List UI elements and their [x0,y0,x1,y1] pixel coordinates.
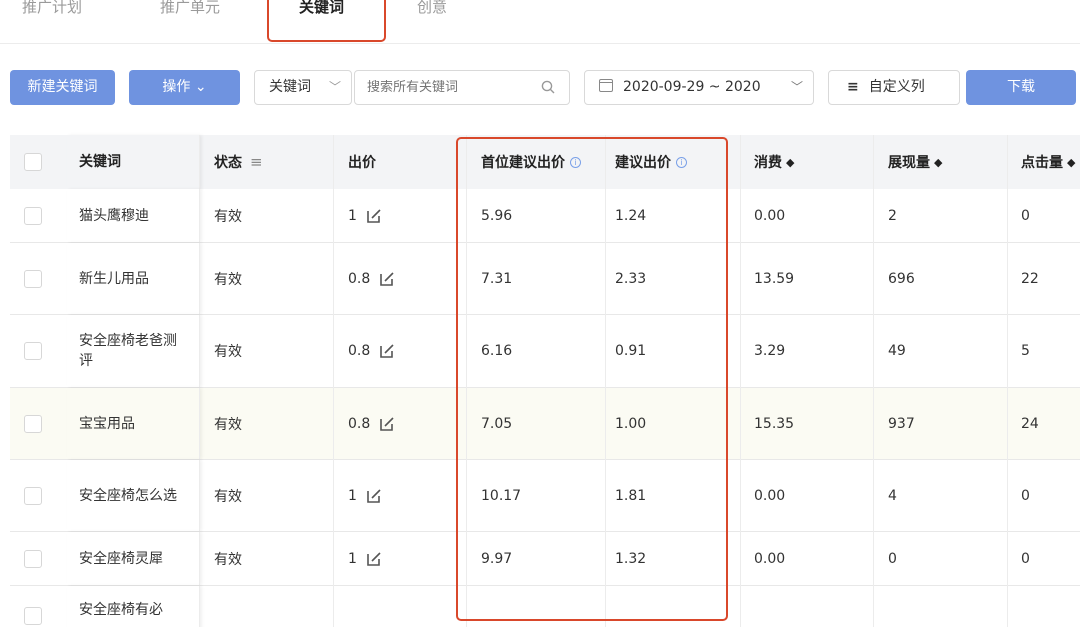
impressions-cell: 0 [888,550,897,567]
status-cell: 有效 [214,551,242,568]
date-range-picker[interactable]: 2020-09-29 ~ 2020 ﹀ [584,70,814,105]
search-box[interactable] [354,70,570,105]
column-divider [1007,135,1008,627]
search-icon[interactable] [541,80,555,94]
column-divider [740,135,741,627]
impressions-cell: 696 [888,270,915,287]
header-impressions-label: 展现量 [888,155,930,171]
bid-value: 0.8 [348,415,371,432]
toolbar: 新建关键词 操作 ⌄ 关键词 ﹀ 2020-09-29 ~ 2020 ﹀ ≡ 自定… [0,69,1080,107]
bid-value: 0.8 [348,343,371,359]
header-keyword: 关键词 [67,135,200,189]
bid-cell: 1 [348,532,382,585]
bid-cell: 0.8 [348,388,395,459]
keyword-type-select[interactable]: 关键词 ﹀ [254,70,352,105]
cost-cell: 15.35 [754,415,795,432]
bid-cell: 0.8 [348,243,395,314]
edit-icon[interactable] [366,551,382,567]
keyword-cell: 新生儿用品 [67,243,200,314]
cost-cell: 0.00 [754,487,786,504]
status-cell: 有效 [214,488,242,505]
header-bid: 出价 [348,155,376,171]
new-keyword-button[interactable]: 新建关键词 [10,70,115,105]
status-cell: 有效 [214,416,242,433]
filter-icon[interactable]: ≡ [250,153,263,171]
row-checkbox[interactable] [24,342,42,360]
row-checkbox[interactable] [24,414,42,433]
status-cell: 有效 [214,208,242,225]
custom-columns-button[interactable]: ≡ 自定义列 [828,70,960,105]
column-divider [333,135,334,627]
sort-icon[interactable]: ◆ [1067,156,1075,169]
header-clicks[interactable]: 点击量 ◆ [1021,135,1075,189]
edit-icon[interactable] [379,416,395,432]
sort-icon[interactable]: ◆ [934,156,942,169]
keyword-cell: 宝宝用品 [67,388,200,459]
chevron-down-icon: ﹀ [784,71,803,104]
row-checkbox[interactable] [24,549,42,568]
active-tab-highlight-box [267,0,386,42]
header-cost-label: 消费 [754,155,782,171]
search-input[interactable] [367,80,527,95]
clicks-cell: 22 [1021,270,1039,287]
date-range-value: 2020-09-29 ~ 2020 [623,79,761,95]
operation-dropdown-button[interactable]: 操作 ⌄ [129,70,240,105]
cost-cell: 13.59 [754,270,795,287]
keyword-cell: 安全座椅老爸测评 [67,315,200,387]
row-checkbox[interactable] [24,206,42,225]
header-impressions[interactable]: 展现量 ◆ [888,135,942,189]
bid-value: 1 [348,550,357,567]
impressions-cell: 49 [888,343,906,359]
row-checkbox[interactable] [24,486,42,505]
bid-value: 1 [348,207,357,224]
edit-icon[interactable] [379,271,395,287]
header-status[interactable]: 状态 ≡ [214,135,263,189]
impressions-cell: 4 [888,487,897,504]
suggested-bid-columns-highlight-box [456,137,728,621]
custom-columns-label: 自定义列 [868,79,925,95]
bid-cell: 0.8 [348,315,395,387]
tab-creative[interactable]: 创意 [417,0,447,18]
tab-bar: 推广计划 推广单元 关键词 创意 [0,0,1080,44]
calendar-icon [599,79,613,92]
download-button[interactable]: 下载 [966,70,1076,105]
status-cell: 有效 [214,271,242,288]
edit-icon[interactable] [379,343,395,359]
cost-cell: 0.00 [754,207,786,224]
clicks-cell: 5 [1021,343,1030,359]
cost-cell: 3.29 [754,343,786,359]
edit-icon[interactable] [366,208,382,224]
bid-cell: 1 [348,189,382,242]
header-clicks-label: 点击量 [1021,155,1063,171]
impressions-cell: 2 [888,207,897,224]
sort-icon[interactable]: ◆ [786,156,794,169]
clicks-cell: 0 [1021,487,1030,504]
clicks-cell: 24 [1021,415,1039,432]
bid-value: 1 [348,487,357,504]
bid-cell: 1 [348,460,382,531]
tab-campaign-unit[interactable]: 推广单元 [160,0,220,18]
keyword-cell: 猫头鹰穆迪 [67,189,200,242]
row-checkbox[interactable] [24,607,42,625]
edit-icon[interactable] [366,488,382,504]
header-status-label: 状态 [214,155,242,171]
keyword-cell: 安全座椅有必 [67,586,200,627]
status-cell: 有效 [214,344,242,360]
header-cost[interactable]: 消费 ◆ [754,135,794,189]
bid-value: 0.8 [348,270,371,287]
keyword-cell: 安全座椅灵犀 [67,532,200,585]
tab-campaign-plan[interactable]: 推广计划 [22,0,82,18]
keyword-type-select-label: 关键词 [269,79,311,95]
menu-lines-icon: ≡ [847,79,859,95]
cost-cell: 0.00 [754,550,786,567]
column-divider [873,135,874,627]
clicks-cell: 0 [1021,207,1030,224]
impressions-cell: 937 [888,415,915,432]
keyword-cell: 安全座椅怎么选 [67,460,200,531]
clicks-cell: 0 [1021,550,1030,567]
row-checkbox[interactable] [24,269,42,288]
chevron-down-icon: ﹀ [328,80,341,94]
select-all-checkbox[interactable] [24,153,42,171]
